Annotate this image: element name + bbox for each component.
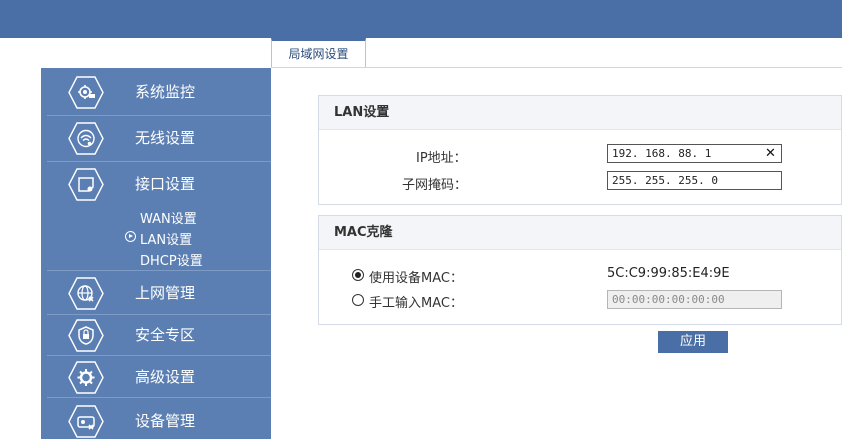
use-device-mac-radio[interactable] bbox=[352, 269, 364, 281]
sidebar: 系统监控 无线设置 接口设置 WAN设置 LAN设置 DHCP设置 上网管理 安… bbox=[41, 68, 271, 439]
subnet-mask-label: 子网掩码： bbox=[402, 178, 468, 193]
top-banner bbox=[0, 0, 842, 38]
gear-icon bbox=[68, 361, 104, 394]
divider bbox=[47, 115, 271, 116]
sidebar-subitem-lan[interactable]: LAN设置 bbox=[140, 229, 192, 248]
sidebar-item-interface[interactable]: 接口设置 bbox=[41, 164, 271, 205]
manual-mac-label: 手工输入MAC： bbox=[369, 296, 463, 311]
divider bbox=[47, 270, 271, 271]
sidebar-item-label: 上网管理 bbox=[135, 284, 196, 302]
use-device-mac-label: 使用设备MAC： bbox=[369, 271, 463, 286]
device-mac-value: 5C:C9:99:85:E4:9E bbox=[607, 266, 730, 281]
device-icon bbox=[68, 405, 104, 438]
active-arrow-icon bbox=[125, 231, 136, 242]
sidebar-item-label: 系统监控 bbox=[135, 83, 196, 101]
gear-monitor-icon bbox=[68, 76, 104, 109]
lan-settings-title: LAN设置 bbox=[319, 96, 841, 130]
ip-address-input[interactable]: 192. 168. 88. 1 bbox=[607, 144, 782, 163]
ip-address-label: IP地址： bbox=[416, 151, 467, 166]
mac-clone-title: MAC克隆 bbox=[319, 216, 841, 250]
globe-icon bbox=[68, 277, 104, 310]
clear-icon[interactable]: ✕ bbox=[765, 146, 776, 161]
sidebar-item-label: 设备管理 bbox=[135, 412, 196, 430]
manual-mac-radio[interactable] bbox=[352, 294, 364, 306]
apply-button[interactable]: 应用 bbox=[658, 331, 728, 353]
sidebar-item-label: 安全专区 bbox=[135, 326, 196, 344]
tab-lan-settings[interactable]: 局域网设置 bbox=[271, 38, 366, 68]
sidebar-item-label: 高级设置 bbox=[135, 368, 196, 386]
sidebar-subitem-wan[interactable]: WAN设置 bbox=[140, 208, 197, 227]
sidebar-item-device-mgmt[interactable]: 设备管理 bbox=[41, 401, 271, 442]
sidebar-item-advanced[interactable]: 高级设置 bbox=[41, 357, 271, 398]
wifi-icon bbox=[68, 122, 104, 155]
tab-underline bbox=[271, 67, 842, 68]
divider bbox=[47, 161, 271, 162]
divider bbox=[47, 397, 271, 398]
sidebar-subitem-dhcp[interactable]: DHCP设置 bbox=[140, 250, 203, 269]
sidebar-item-internet-mgmt[interactable]: 上网管理 bbox=[41, 273, 271, 314]
shield-lock-icon bbox=[68, 319, 104, 352]
sidebar-item-label: 无线设置 bbox=[135, 129, 196, 147]
sidebar-item-wireless[interactable]: 无线设置 bbox=[41, 118, 271, 159]
sidebar-item-security[interactable]: 安全专区 bbox=[41, 315, 271, 356]
interface-icon bbox=[68, 168, 104, 201]
sidebar-item-label: 接口设置 bbox=[135, 175, 196, 193]
manual-mac-input[interactable]: 00:00:00:00:00:00 bbox=[607, 290, 782, 309]
divider bbox=[47, 355, 271, 356]
subnet-mask-input[interactable]: 255. 255. 255. 0 bbox=[607, 171, 782, 190]
sidebar-item-system-monitor[interactable]: 系统监控 bbox=[41, 72, 271, 113]
